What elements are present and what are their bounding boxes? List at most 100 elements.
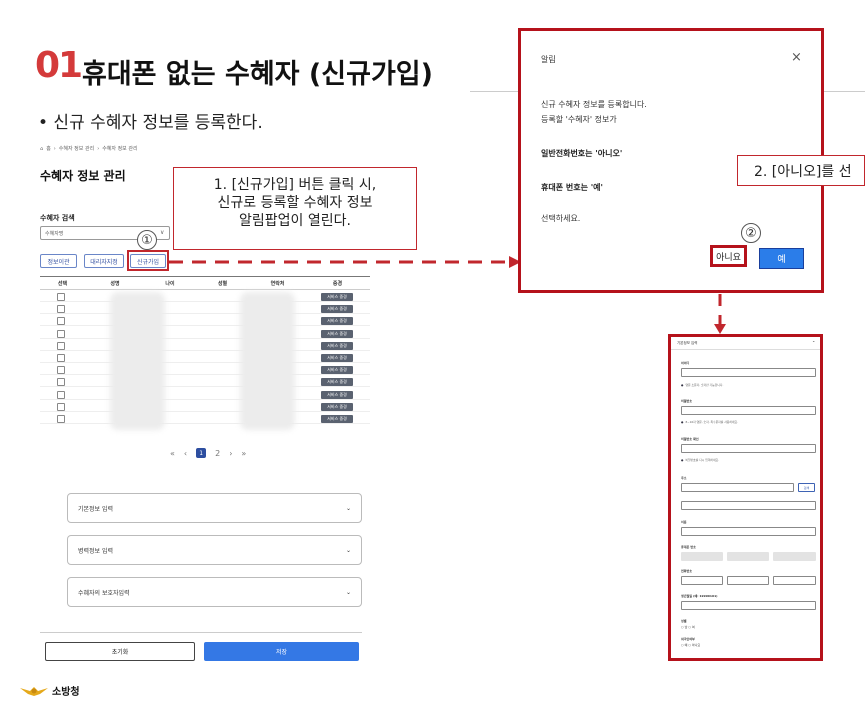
blurred-names <box>110 292 165 430</box>
accordion-label: 기본정보 입력 <box>78 505 114 513</box>
form-preview: 기본정보 입력 ⌃ 아이디 영문 소문자, 숫자만 가능합니다. 비밀번호 8~… <box>668 334 823 661</box>
service-change-button[interactable]: 서비스 중경 <box>321 341 353 350</box>
eagle-emblem-icon <box>20 686 48 696</box>
gender-radio-group[interactable]: ○ 남 ○ 여 <box>681 625 695 629</box>
mobile-part2 <box>727 552 769 561</box>
accordion-label: 병력정보 입력 <box>78 547 114 555</box>
service-change-button[interactable]: 서비스 중경 <box>321 317 353 326</box>
breadcrumb-home[interactable]: 홈 <box>46 146 51 152</box>
next-page-button[interactable]: › <box>229 449 232 458</box>
last-page-button[interactable]: » <box>241 449 246 458</box>
accordion-label: 수혜자의 보호자입력 <box>78 589 130 597</box>
step2-marker: ② <box>741 223 761 243</box>
address-search-button[interactable]: 검색 <box>798 483 815 492</box>
phone-part1[interactable] <box>681 576 723 585</box>
reset-button[interactable]: 초기화 <box>45 642 195 661</box>
row-checkbox[interactable] <box>57 329 65 338</box>
dialog-line1: 신규 수혜자 정보를 등록합니다. <box>541 100 647 109</box>
table-row: 서비스 중경 <box>40 329 370 339</box>
chevron-down-icon: ⌄ <box>345 546 351 554</box>
field-password-confirm-label: 비밀번호 확인 <box>681 437 699 441</box>
service-change-button[interactable]: 서비스 중경 <box>321 329 353 338</box>
col-name: 성명 <box>110 280 120 287</box>
table-row: 서비스 중경 <box>40 341 370 351</box>
field-birthdate-label: 생년월일 (예: 19990101) <box>681 594 718 598</box>
accordion-basic-info[interactable]: 기본정보 입력 ⌄ <box>67 493 362 523</box>
col-contact: 연락처 <box>270 280 285 287</box>
table-row: 서비스 중경 <box>40 304 370 315</box>
dashed-arrow-right <box>169 256 521 268</box>
page-1[interactable]: 1 <box>196 448 207 458</box>
service-change-button[interactable]: 서비스 중경 <box>321 354 353 362</box>
home-icon[interactable]: ⌂ <box>40 146 43 152</box>
agency-logo: 소방청 <box>20 683 80 698</box>
service-change-button[interactable]: 서비스 중경 <box>321 366 353 375</box>
info-transfer-button[interactable]: 정보이관 <box>40 254 77 268</box>
field-id-label: 아이디 <box>681 361 690 365</box>
dialog-line2: 등록할 '수혜자' 정보가 <box>541 115 617 124</box>
page-2[interactable]: 2 <box>215 449 220 458</box>
field-mobile-label: 휴대폰 번호 <box>681 545 696 549</box>
dialog-line5: 선택하세요. <box>541 214 581 223</box>
service-change-button[interactable]: 서비스 중경 <box>321 378 353 387</box>
slide-bullet: • 신규 수혜자 정보를 등록한다. <box>38 113 263 133</box>
proxy-designate-button[interactable]: 대리자지정 <box>84 254 124 268</box>
row-checkbox[interactable] <box>57 293 65 301</box>
service-change-button[interactable]: 서비스 중경 <box>321 293 353 301</box>
address-input[interactable] <box>681 483 794 492</box>
logo-text: 소방청 <box>52 687 80 698</box>
table-row: 서비스 중경 <box>40 353 370 363</box>
address-detail-input[interactable] <box>681 501 816 510</box>
row-checkbox[interactable] <box>57 317 65 326</box>
callout1-line2: 신규로 등록할 수혜자 정보 <box>217 195 373 211</box>
dialog-line3: 일반전화번호는 '아니오' <box>541 149 623 158</box>
row-checkbox[interactable] <box>57 378 65 387</box>
phone-part3[interactable] <box>773 576 816 585</box>
birthdate-input[interactable] <box>681 601 816 610</box>
save-button[interactable]: 저장 <box>204 642 359 661</box>
prev-page-button[interactable]: ‹ <box>184 449 187 458</box>
row-checkbox[interactable] <box>57 390 65 399</box>
password-confirm-input[interactable] <box>681 444 816 453</box>
col-age: 나이 <box>165 280 175 287</box>
slide-number: 01 <box>35 45 83 86</box>
field-address-label: 주소 <box>681 476 687 480</box>
name-input[interactable] <box>681 527 816 536</box>
breadcrumb-section[interactable]: 수혜자 정보 관리 <box>59 146 94 152</box>
row-checkbox[interactable] <box>57 354 65 362</box>
page-title: 수혜자 정보 관리 <box>40 169 126 183</box>
highlight-signup <box>127 250 169 271</box>
table-row: 서비스 중경 <box>40 316 370 327</box>
dashed-arrow-down <box>714 294 726 334</box>
no-button[interactable]: 아니요 <box>710 245 747 267</box>
service-change-button[interactable]: 서비스 중경 <box>321 305 353 314</box>
callout1-line3: 알림팝업이 열린다. <box>239 213 351 229</box>
table-row: 서비스 중경 <box>40 402 370 412</box>
row-checkbox[interactable] <box>57 366 65 375</box>
service-change-button[interactable]: 서비스 중경 <box>321 402 353 411</box>
accordion-medical-info[interactable]: 병력정보 입력 ⌄ <box>67 535 362 565</box>
dialog-title: 알림 <box>541 55 556 64</box>
id-note: 영문 소문자, 숫자만 가능합니다. <box>681 383 723 387</box>
row-checkbox[interactable] <box>57 402 65 411</box>
row-checkbox[interactable] <box>57 415 65 423</box>
chevron-down-icon: ∨ <box>160 229 165 236</box>
password-note: 8~16자 영문, 숫자, 특수문자를 사용하세요. <box>681 420 738 424</box>
password-input[interactable] <box>681 406 816 415</box>
id-input[interactable] <box>681 368 816 377</box>
callout1-line1: 1. [신규가입] 버튼 클릭 시, <box>213 177 377 193</box>
close-icon[interactable]: × <box>791 50 802 65</box>
breadcrumb-current: 수혜자 정보 관리 <box>102 146 138 152</box>
service-change-button[interactable]: 서비스 중경 <box>321 390 353 399</box>
step1-marker: ① <box>137 230 157 250</box>
row-checkbox[interactable] <box>57 341 65 350</box>
phone-part2[interactable] <box>727 576 769 585</box>
row-checkbox[interactable] <box>57 305 65 314</box>
yes-button[interactable]: 예 <box>759 248 804 269</box>
service-change-button[interactable]: 서비스 중경 <box>321 415 353 423</box>
first-page-button[interactable]: « <box>170 449 175 458</box>
foreign-radio-group[interactable]: ○ 예 ○ 아니요 <box>681 643 700 647</box>
accordion-guardian-info[interactable]: 수혜자의 보호자입력 ⌄ <box>67 577 362 607</box>
table-row: 서비스 중경 <box>40 414 370 424</box>
chevron-up-icon: ⌃ <box>812 340 816 345</box>
